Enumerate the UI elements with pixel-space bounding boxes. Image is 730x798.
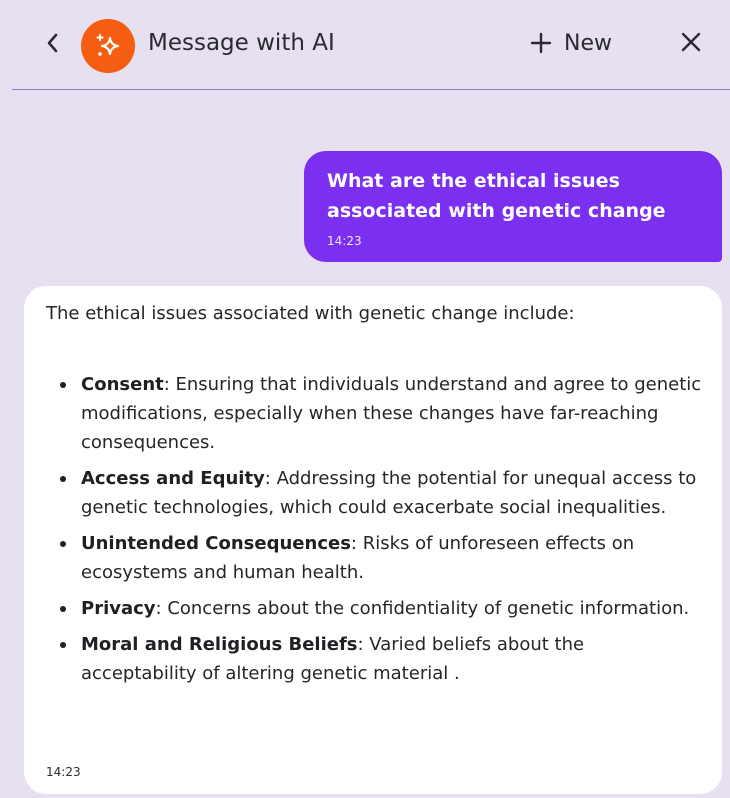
bullet-icon bbox=[60, 382, 66, 388]
plus-icon bbox=[530, 32, 552, 54]
chevron-left-icon bbox=[47, 33, 58, 53]
close-button[interactable] bbox=[676, 27, 706, 57]
ai-message-bubble: The ethical issues associated with genet… bbox=[24, 286, 722, 794]
list-item-term: Consent bbox=[81, 374, 164, 395]
close-icon bbox=[681, 32, 701, 52]
user-message-time: 14:23 bbox=[327, 234, 362, 248]
bullet-icon bbox=[60, 541, 66, 547]
ai-message-intro: The ethical issues associated with genet… bbox=[46, 303, 575, 324]
list-item: Moral and Religious Beliefs: Varied beli… bbox=[46, 630, 704, 688]
list-item-term: Unintended Consequences bbox=[81, 533, 351, 554]
list-item: Privacy: Concerns about the confidential… bbox=[46, 594, 704, 623]
ai-message-time: 14:23 bbox=[46, 765, 81, 779]
bullet-icon bbox=[60, 606, 66, 612]
ai-avatar bbox=[81, 19, 135, 73]
page-title: Message with AI bbox=[148, 30, 335, 56]
list-item: Unintended Consequences: Risks of unfore… bbox=[46, 529, 704, 587]
list-item-term: Access and Equity bbox=[81, 468, 265, 489]
list-item: Access and Equity: Addressing the potent… bbox=[46, 464, 704, 522]
user-message-bubble: What are the ethical issues associated w… bbox=[304, 151, 722, 262]
bullet-icon bbox=[60, 642, 66, 648]
list-item-text: : Ensuring that individuals understand a… bbox=[81, 374, 702, 453]
list-item: Consent: Ensuring that individuals under… bbox=[46, 370, 704, 457]
sparkle-icon bbox=[96, 34, 120, 56]
back-button[interactable] bbox=[38, 28, 66, 58]
list-item-text: : Concerns about the confidentiality of … bbox=[155, 598, 690, 619]
ai-message-list: Consent: Ensuring that individuals under… bbox=[46, 370, 704, 688]
list-item-term: Moral and Religious Beliefs bbox=[81, 634, 358, 655]
list-item-term: Privacy bbox=[81, 598, 156, 619]
chat-header: Message with AI New bbox=[12, 0, 730, 90]
new-button-label: New bbox=[564, 30, 612, 56]
new-chat-button[interactable]: New bbox=[530, 26, 612, 60]
user-message-text: What are the ethical issues associated w… bbox=[327, 170, 666, 222]
bullet-icon bbox=[60, 476, 66, 482]
